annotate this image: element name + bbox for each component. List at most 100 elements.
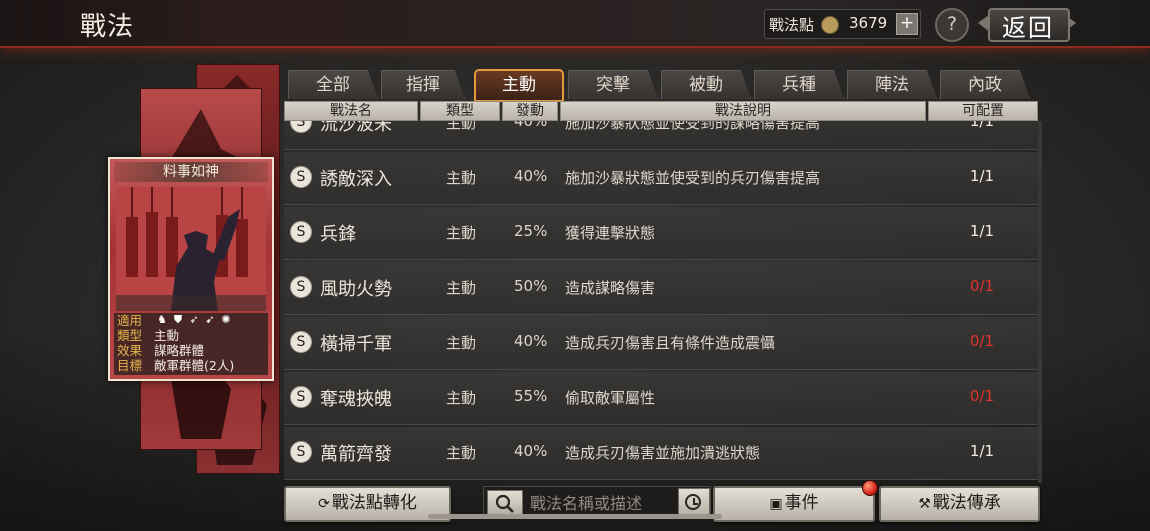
tactic-rate: 40% [514, 167, 548, 185]
tactic-rate: 55% [514, 387, 548, 405]
tactic-description: 施加沙暴狀態並使受到的兵刃傷害提高 [565, 169, 821, 187]
ticket-icon: ▣ [769, 496, 783, 512]
search-icon [495, 494, 514, 513]
tactic-slots: 0/1 [969, 387, 995, 405]
tactic-description: 偷取敵軍屬性 [565, 389, 656, 407]
tactic-rate: 40% [514, 121, 548, 130]
help-button[interactable]: ? [935, 8, 969, 42]
event-label: 事件 [784, 493, 819, 513]
tactic-description: 造成謀略傷害 [565, 279, 656, 297]
tactic-name: 兵鋒 [320, 224, 356, 245]
grade-badge: S [290, 221, 312, 243]
tactic-rate: 50% [514, 277, 548, 295]
tactic-name: 橫掃千軍 [320, 334, 392, 355]
tactic-rate: 40% [514, 442, 548, 460]
spear-icon: ➹ [205, 313, 215, 326]
tab-passive[interactable]: 被動 [661, 70, 751, 99]
tactic-points-value: 3679 [849, 14, 888, 32]
bow-icon: ➶ [189, 313, 199, 326]
grade-badge: S [290, 121, 312, 133]
home-indicator[interactable] [428, 514, 722, 519]
tactic-name: 萬箭齊發 [320, 444, 392, 465]
tactic-slots: 1/1 [969, 222, 995, 240]
tab-command[interactable]: 指揮 [381, 70, 465, 99]
clock-icon [685, 494, 701, 510]
tactic-rate: 25% [514, 222, 548, 240]
tactic-name: 流沙波未 [320, 121, 392, 135]
tactic-slots: 1/1 [969, 167, 995, 185]
tactic-points-label: 戰法點 [769, 16, 815, 34]
tactics-list: S 流沙波未 主動 40% 施加沙暴狀態並使受到的謀略傷害提高 1/1 S 誘敵… [284, 121, 1038, 483]
tactic-type: 主動 [446, 121, 477, 132]
compass-icon [821, 16, 839, 34]
card-illustration [116, 187, 266, 311]
table-row[interactable]: S 風助火勢 主動 50% 造成謀略傷害 0/1 [284, 262, 1038, 315]
notification-dot [862, 480, 878, 496]
table-row[interactable]: S 流沙波未 主動 40% 施加沙暴狀態並使受到的謀略傷害提高 1/1 [284, 121, 1038, 150]
grade-badge: S [290, 386, 312, 408]
grade-badge: S [290, 166, 312, 188]
tactic-name: 奪魂挾魄 [320, 389, 392, 410]
tactic-type: 主動 [446, 334, 477, 352]
tactic-slots: 1/1 [969, 442, 995, 460]
column-name[interactable]: 戰法名 [284, 101, 418, 121]
card-type-label: 類型 [117, 328, 143, 343]
table-row[interactable]: S 奪魂挾魄 主動 55% 偷取敵軍屬性 0/1 [284, 372, 1038, 425]
tab-active[interactable]: 主動 [474, 69, 564, 102]
tactic-description: 施加沙暴狀態並使受到的謀略傷害提高 [565, 121, 821, 132]
add-points-button[interactable]: + [896, 13, 918, 35]
tactic-name: 風助火勢 [320, 279, 392, 300]
back-button[interactable]: 返回 [978, 6, 1076, 42]
table-header: 戰法名 類型 發動 戰法說明 可配置 [284, 101, 1038, 121]
convert-points-button[interactable]: ⟳ 戰法點轉化 [284, 486, 451, 522]
column-description[interactable]: 戰法說明 [560, 101, 926, 121]
hammer-icon: ⚒ [918, 496, 931, 512]
tab-internal-affairs[interactable]: 內政 [940, 70, 1030, 99]
column-rate[interactable]: 發動 [502, 101, 558, 121]
cavalry-icon: ♞ [157, 313, 167, 326]
card-tactic-name: 料事如神 [114, 162, 268, 182]
list-scrollbar[interactable] [1038, 121, 1042, 483]
tactic-description: 造成兵刃傷害並施加潰逃狀態 [565, 444, 761, 462]
search-input[interactable] [528, 490, 672, 516]
card-info-panel: 適用 ♞ ⛊ ➶ ➹ ✺ 類型 主動 效果 謀略群體 目標 敵軍群體(2人) [114, 313, 268, 375]
top-bar: 戰法 戰法點 3679 + ? 返回 [0, 0, 1150, 48]
column-type[interactable]: 類型 [420, 101, 500, 121]
table-row[interactable]: S 萬箭齊發 主動 40% 造成兵刃傷害並施加潰逃狀態 1/1 [284, 427, 1038, 480]
tab-formation[interactable]: 陣法 [847, 70, 937, 99]
tactic-type: 主動 [446, 224, 477, 242]
tactic-type: 主動 [446, 444, 477, 462]
tactic-type: 主動 [446, 389, 477, 407]
tab-all[interactable]: 全部 [288, 70, 378, 99]
tactic-rate: 40% [514, 332, 548, 350]
wheel-icon: ✺ [221, 313, 231, 326]
table-row[interactable]: S 誘敵深入 主動 40% 施加沙暴狀態並使受到的兵刃傷害提高 1/1 [284, 152, 1038, 205]
tactic-description: 獲得連擊狀態 [565, 224, 656, 242]
tactic-type: 主動 [446, 169, 477, 187]
card-target-value: 敵軍群體(2人) [154, 358, 235, 373]
tactic-description: 造成兵刃傷害且有條件造成震懾 [565, 334, 776, 352]
selected-tactic-card[interactable]: 料事如神 適用 ♞ ⛊ ➶ ➹ ✺ 類型 主動 效果 謀略群體 目標 敵軍群體(… [108, 157, 274, 381]
card-target-label: 目標 [117, 358, 143, 373]
grade-badge: S [290, 441, 312, 463]
convert-points-label: 戰法點轉化 [331, 493, 417, 513]
tab-troop-type[interactable]: 兵種 [754, 70, 844, 99]
page-title: 戰法 [80, 12, 135, 42]
card-apply-icons: ♞ ⛊ ➶ ➹ ✺ [156, 314, 232, 326]
table-row[interactable]: S 兵鋒 主動 25% 獲得連擊狀態 1/1 [284, 207, 1038, 260]
tactic-slots: 0/1 [969, 332, 995, 350]
card-effect-label: 效果 [117, 343, 143, 358]
card-type-value: 主動 [154, 328, 180, 343]
tactic-inherit-button[interactable]: ⚒ 戰法傳承 [879, 486, 1040, 522]
tactic-points-display: 戰法點 3679 + [764, 9, 921, 39]
table-row[interactable]: S 橫掃千軍 主動 40% 造成兵刃傷害且有條件造成震懾 0/1 [284, 317, 1038, 370]
grade-badge: S [290, 276, 312, 298]
tab-assault[interactable]: 突擊 [568, 70, 658, 99]
card-effect-value: 謀略群體 [154, 343, 205, 358]
tactic-inherit-label: 戰法傳承 [932, 493, 1001, 513]
event-button[interactable]: ▣ 事件 [713, 486, 875, 522]
search-button[interactable] [487, 490, 523, 516]
tactic-slots: 1/1 [969, 121, 995, 130]
column-slots[interactable]: 可配置 [928, 101, 1038, 121]
exchange-icon: ⟳ [318, 496, 330, 512]
